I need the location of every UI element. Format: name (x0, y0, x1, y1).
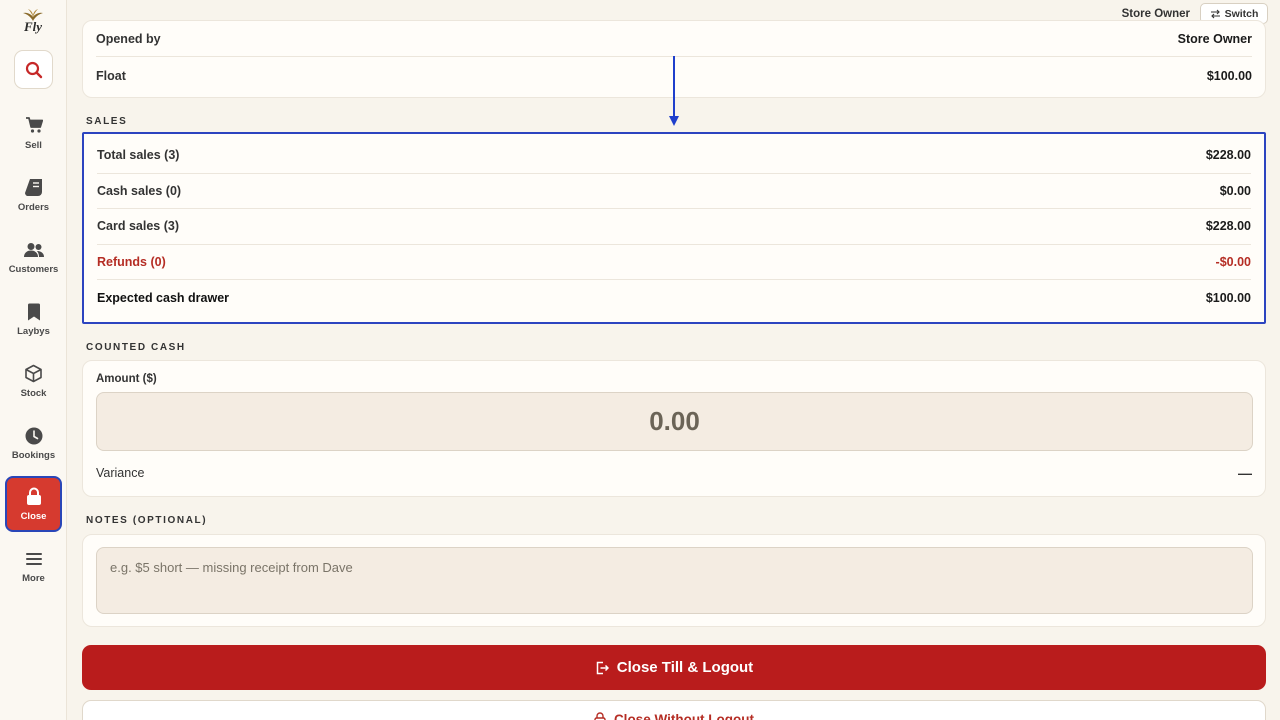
close-without-logout-button[interactable]: Close Without Logout (82, 700, 1266, 720)
sidebar-item-label: Stock (20, 387, 47, 399)
sales-card: Total sales (3) $228.00 Cash sales (0) $… (82, 132, 1266, 324)
sidebar-item-orders[interactable]: Orders (5, 167, 62, 223)
logo-text: Fly (23, 19, 43, 34)
expected-cash-value: $100.00 (1205, 290, 1251, 305)
total-sales-value: $228.00 (1205, 148, 1251, 163)
sidebar: Fly Sell Orders Customers Laybys Stock B… (0, 0, 67, 720)
sidebar-item-close[interactable]: Close (5, 476, 62, 532)
search-icon (25, 61, 42, 78)
sidebar-item-label: Orders (17, 201, 50, 213)
opened-by-value: Store Owner (1177, 31, 1252, 46)
cash-sales-value: $0.00 (1219, 183, 1251, 198)
sidebar-item-label: Customers (8, 263, 59, 275)
sidebar-item-label: Bookings (11, 449, 56, 461)
clock-icon (24, 426, 44, 446)
swap-icon (1210, 9, 1220, 18)
float-label: Float (96, 69, 126, 83)
opened-by-label: Opened by (96, 31, 161, 46)
sidebar-item-sell[interactable]: Sell (5, 105, 62, 161)
float-value: $100.00 (1206, 69, 1252, 83)
sidebar-item-stock[interactable]: Stock (5, 353, 62, 409)
lock-icon (594, 712, 606, 720)
sidebar-item-label: Sell (25, 139, 42, 151)
counted-cash-section-title: COUNTED CASH (86, 342, 186, 353)
lock-icon (24, 487, 44, 507)
switch-label: Switch (1224, 7, 1259, 20)
box-icon (24, 364, 44, 384)
sidebar-item-label: Laybys (17, 325, 50, 337)
sidebar-item-label: Close (20, 510, 47, 522)
opened-by-row: Opened by Store Owner (96, 21, 1252, 57)
current-user: Store Owner (1121, 8, 1190, 20)
refunds-value: -$0.00 (1215, 254, 1251, 269)
menu-icon (24, 549, 44, 569)
notes-input[interactable]: e.g. $5 short — missing receipt from Dav… (96, 547, 1253, 614)
card-sales-label: Card sales (3) (97, 219, 179, 234)
logout-icon (596, 661, 609, 674)
counted-cash-card: Amount ($) 0.00 Variance — (82, 360, 1266, 497)
cash-sales-label: Cash sales (0) (97, 183, 182, 198)
close-till-logout-label: Close Till & Logout (616, 659, 754, 676)
sidebar-item-label: More (22, 572, 45, 584)
sidebar-item-customers[interactable]: Customers (5, 229, 62, 285)
card-sales-value: $228.00 (1205, 219, 1251, 234)
close-without-logout-label: Close Without Logout (613, 712, 755, 720)
people-icon (23, 240, 44, 260)
variance-value: — (1238, 465, 1252, 481)
sidebar-item-more[interactable]: More (5, 538, 62, 594)
refunds-row: Refunds (0) -$0.00 (97, 245, 1251, 280)
total-sales-row: Total sales (3) $228.00 (97, 138, 1251, 174)
card-sales-row: Card sales (3) $228.00 (97, 209, 1251, 245)
notes-section-title: NOTES (OPTIONAL) (86, 515, 208, 526)
amount-input[interactable]: 0.00 (96, 392, 1253, 451)
search-button[interactable] (14, 50, 53, 89)
expected-cash-row: Expected cash drawer $100.00 (97, 280, 1251, 316)
notes-card: e.g. $5 short — missing receipt from Dav… (82, 534, 1266, 627)
total-sales-label: Total sales (3) (97, 148, 180, 163)
sales-section-title: SALES (86, 116, 128, 127)
app-logo[interactable]: Fly (16, 8, 50, 42)
variance-label: Variance (96, 466, 145, 480)
cash-sales-row: Cash sales (0) $0.00 (97, 174, 1251, 209)
expected-cash-label: Expected cash drawer (97, 290, 230, 305)
amount-label: Amount ($) (96, 373, 157, 385)
cart-icon (24, 116, 44, 136)
receipt-icon (24, 178, 44, 198)
refunds-label: Refunds (0) (97, 254, 166, 269)
down-arrow-annotation (669, 56, 679, 126)
close-till-logout-button[interactable]: Close Till & Logout (82, 645, 1266, 690)
sidebar-item-bookings[interactable]: Bookings (5, 415, 62, 471)
sidebar-item-laybys[interactable]: Laybys (5, 291, 62, 347)
bookmark-icon (24, 302, 44, 322)
variance-row: Variance — (96, 465, 1252, 481)
